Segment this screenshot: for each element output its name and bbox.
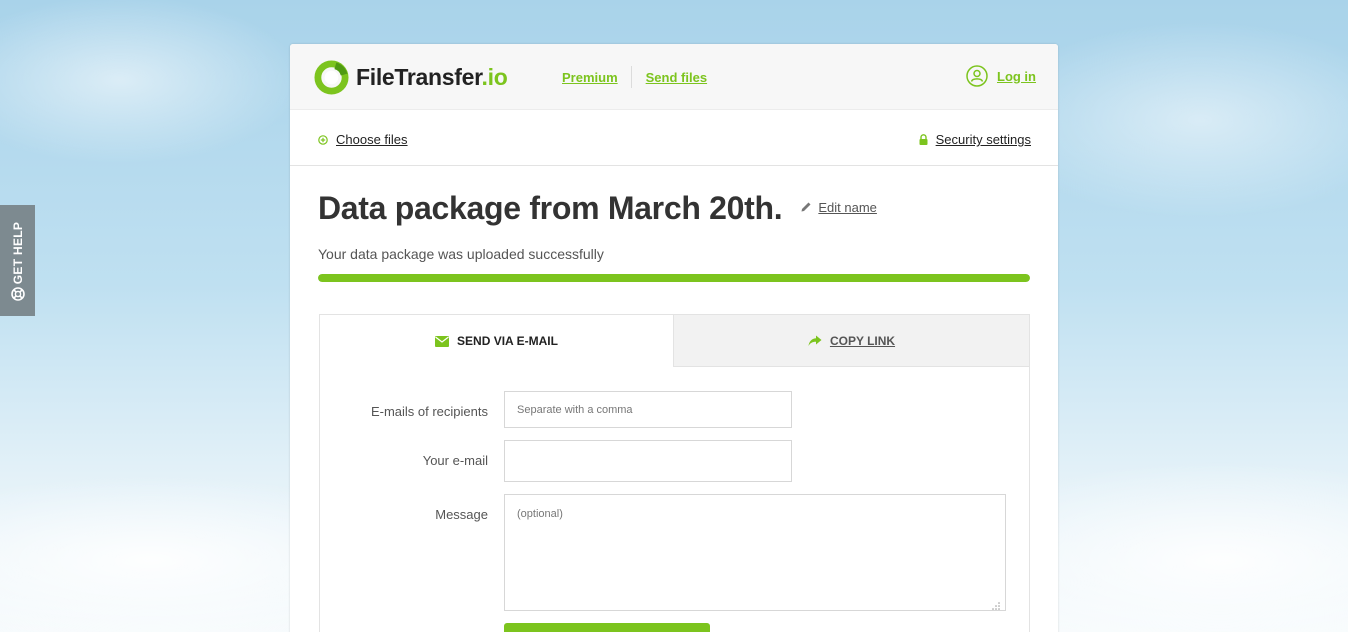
security-settings-label: Security settings (935, 132, 1031, 147)
your-email-label: Your e-mail (422, 453, 488, 468)
message-textarea[interactable] (504, 494, 1006, 611)
nav-premium-link[interactable]: Premium (562, 70, 618, 85)
choose-files-link[interactable]: Choose files (318, 132, 408, 147)
site-header: FileTransfer.io Premium Send files Log i… (290, 44, 1058, 110)
message-label: Message (435, 507, 488, 522)
logo-name: FileTransfer (356, 63, 482, 90)
tab-copy-link[interactable]: COPY LINK (674, 315, 1029, 367)
recipients-label: E-mails of recipients (370, 404, 488, 419)
tab-copy-link-label: COPY LINK (829, 333, 896, 348)
upload-card: FileTransfer.io Premium Send files Log i… (290, 44, 1058, 632)
upload-progress-fill (318, 274, 1030, 282)
tab-send-via-email[interactable]: SEND VIA E-MAIL (320, 315, 674, 367)
lock-icon (919, 134, 928, 145)
get-help-tab[interactable]: GET HELP (0, 205, 35, 316)
upload-toolbar: Choose files Security settings (290, 110, 1058, 166)
site-logo[interactable]: FileTransfer.io (314, 59, 508, 95)
choose-files-label: Choose files (336, 132, 408, 147)
nav-send-files-link[interactable]: Send files (646, 70, 707, 85)
logo-ring-icon (314, 59, 349, 95)
header-nav: Premium Send files (562, 66, 707, 88)
nav-divider (630, 66, 632, 88)
edit-name-label: Edit name (818, 199, 877, 215)
logo-text: FileTransfer.io (356, 63, 508, 91)
upload-status-text: Your data package was uploaded successfu… (318, 246, 604, 262)
lifebuoy-icon (11, 287, 25, 301)
email-form: E-mails of recipients Your e-mail Messag… (319, 367, 1030, 632)
your-email-input[interactable] (504, 440, 792, 482)
package-title-row: Data package from March 20th. Edit name (318, 190, 877, 227)
upload-progress-bar (318, 274, 1030, 282)
login-link[interactable]: Log in (997, 69, 1036, 84)
get-help-label: GET HELP (10, 221, 25, 285)
user-icon (966, 65, 988, 87)
login-link-group[interactable]: Log in (966, 65, 1036, 87)
share-arrow-icon (808, 335, 822, 346)
logo-tld: .io (481, 63, 508, 90)
tab-send-via-email-label: SEND VIA E-MAIL (457, 334, 558, 348)
recipients-input[interactable] (504, 391, 792, 428)
envelope-icon (435, 335, 450, 347)
page-title: Data package from March 20th. (318, 190, 783, 226)
edit-name-link[interactable]: Edit name (800, 200, 877, 215)
security-settings-link[interactable]: Security settings (919, 132, 1031, 147)
resize-grip-icon[interactable] (991, 601, 1001, 611)
send-button[interactable] (504, 623, 710, 632)
plus-circle-icon (318, 134, 328, 145)
pencil-icon (801, 202, 811, 212)
share-tabs: SEND VIA E-MAIL COPY LINK (319, 314, 1030, 367)
